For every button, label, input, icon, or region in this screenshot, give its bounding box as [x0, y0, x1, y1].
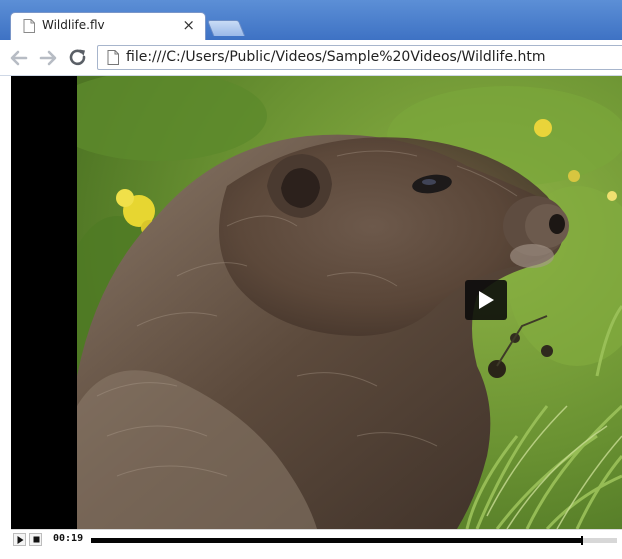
tab-close-button[interactable]: ×: [182, 16, 195, 34]
page-icon: [23, 19, 35, 33]
page-icon: [107, 50, 119, 65]
tab-title: Wildlife.flv: [42, 18, 105, 32]
arrow-left-icon: [10, 50, 28, 66]
video-still-image: [77, 76, 622, 529]
player-controls: 00:19: [11, 529, 622, 549]
new-tab-button[interactable]: [206, 20, 246, 36]
play-button[interactable]: [13, 533, 26, 546]
window-titlebar: Wildlife.flv ×: [0, 0, 622, 40]
stop-button[interactable]: [29, 533, 42, 546]
seek-bar-handle[interactable]: [581, 536, 583, 545]
seek-bar[interactable]: [91, 536, 617, 545]
video-frame[interactable]: [77, 76, 622, 529]
arrow-right-icon: [39, 50, 57, 66]
browser-toolbar: file:///C:/Users/Public/Videos/Sample%20…: [0, 40, 622, 76]
stop-icon: [33, 536, 40, 543]
reload-button[interactable]: [67, 47, 89, 69]
page-bottom-margin: [0, 549, 622, 559]
play-overlay-button[interactable]: [465, 280, 507, 320]
forward-button[interactable]: [37, 47, 59, 69]
play-overlay-icon: [479, 291, 494, 309]
address-bar[interactable]: file:///C:/Users/Public/Videos/Sample%20…: [97, 45, 622, 70]
playback-time: 00:19: [53, 533, 84, 544]
back-button[interactable]: [8, 47, 30, 69]
reload-icon: [69, 49, 86, 66]
page-content: 00:19: [11, 76, 622, 549]
page-margin: [0, 76, 11, 559]
address-url: file:///C:/Users/Public/Videos/Sample%20…: [126, 49, 546, 65]
browser-tab[interactable]: Wildlife.flv ×: [10, 12, 206, 40]
seek-bar-progress: [91, 538, 582, 543]
play-icon: [17, 536, 24, 544]
